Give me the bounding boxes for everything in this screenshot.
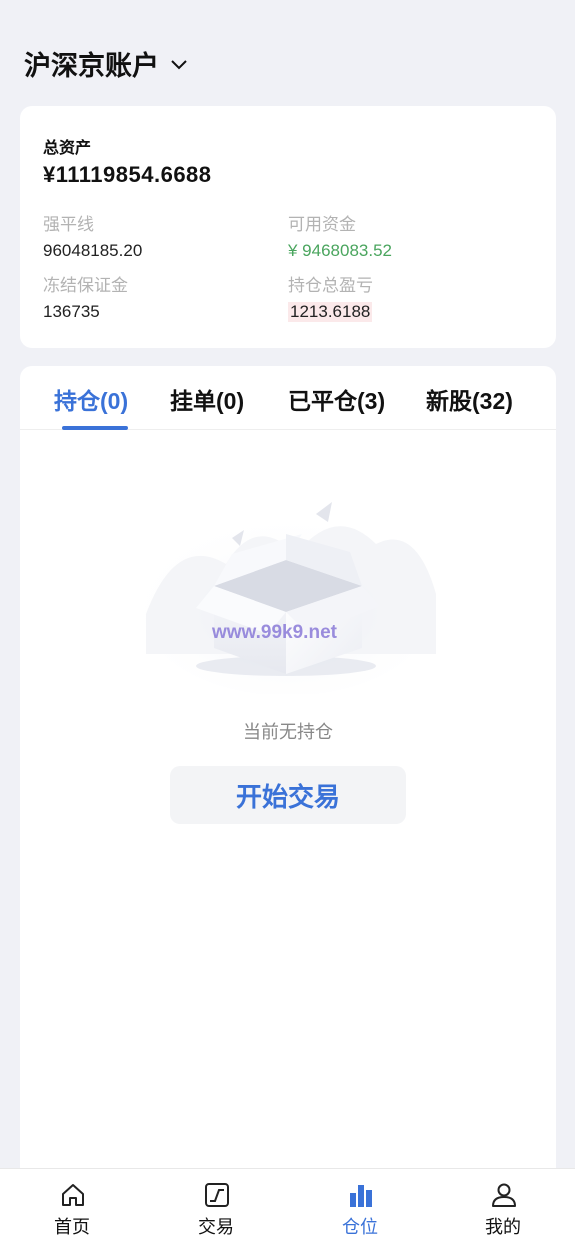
active-tab-indicator xyxy=(62,426,128,430)
tab-ipo[interactable]: 新股(32) xyxy=(426,382,513,416)
stat-label: 冻结保证金 xyxy=(43,276,128,295)
start-trading-button[interactable]: 开始交易 xyxy=(170,766,406,824)
total-pnl-stat: 持仓总盈亏 1213.6188 xyxy=(288,271,373,322)
liquidation-line-stat: 强平线 96048185.20 xyxy=(43,210,142,261)
stat-value: 96048185.20 xyxy=(43,241,143,260)
position-tabs: 持仓(0) 挂单(0) 已平仓(3) 新股(32) xyxy=(20,366,556,430)
nav-label: 交易 xyxy=(198,1217,234,1237)
stat-value: ¥ 9468083.52 xyxy=(288,241,392,260)
stat-value: 136735 xyxy=(43,302,100,321)
total-assets-value: ¥11119854.6688 xyxy=(43,162,212,187)
nav-home[interactable]: 首页 xyxy=(22,1169,122,1242)
empty-box-illustration xyxy=(138,502,438,694)
nav-me[interactable]: 我的 xyxy=(453,1169,553,1242)
watermark-text: www.99k9.net xyxy=(212,622,337,643)
stat-label: 可用资金 xyxy=(288,215,356,234)
total-assets-label: 总资产 xyxy=(43,140,92,157)
position-bars-icon xyxy=(350,1185,372,1207)
nav-trade[interactable]: 交易 xyxy=(166,1169,266,1242)
available-funds-stat: 可用资金 ¥ 9468083.52 xyxy=(288,210,392,261)
trade-chart-icon xyxy=(205,1183,229,1207)
nav-label: 仓位 xyxy=(342,1217,378,1237)
tab-closed[interactable]: 已平仓(3) xyxy=(288,382,385,416)
stat-label: 持仓总盈亏 xyxy=(288,276,373,295)
page-title: 沪深京账户 xyxy=(24,51,159,81)
account-selector[interactable]: 沪深京账户 xyxy=(24,44,189,83)
home-icon xyxy=(62,1184,84,1206)
tab-pending-orders[interactable]: 挂单(0) xyxy=(170,382,244,416)
nav-label: 首页 xyxy=(54,1217,90,1237)
frozen-margin-stat: 冻结保证金 136735 xyxy=(43,271,128,322)
stat-label: 强平线 xyxy=(43,215,94,234)
bottom-tab-bar: 首页 交易 仓位 我的 xyxy=(0,1168,575,1242)
tab-holdings[interactable]: 持仓(0) xyxy=(54,382,128,416)
user-icon xyxy=(492,1183,516,1207)
asset-summary-card: 总资产 ¥11119854.6688 强平线 96048185.20 可用资金 … xyxy=(20,106,556,348)
stat-value: 1213.6188 xyxy=(288,302,373,322)
chevron-down-icon xyxy=(171,59,187,69)
nav-positions[interactable]: 仓位 xyxy=(310,1169,410,1242)
positions-panel: 持仓(0) 挂单(0) 已平仓(3) 新股(32) www.99k9.net 当… xyxy=(20,366,556,1168)
nav-label: 我的 xyxy=(485,1217,521,1237)
empty-state-message: 当前无持仓 xyxy=(243,722,333,742)
